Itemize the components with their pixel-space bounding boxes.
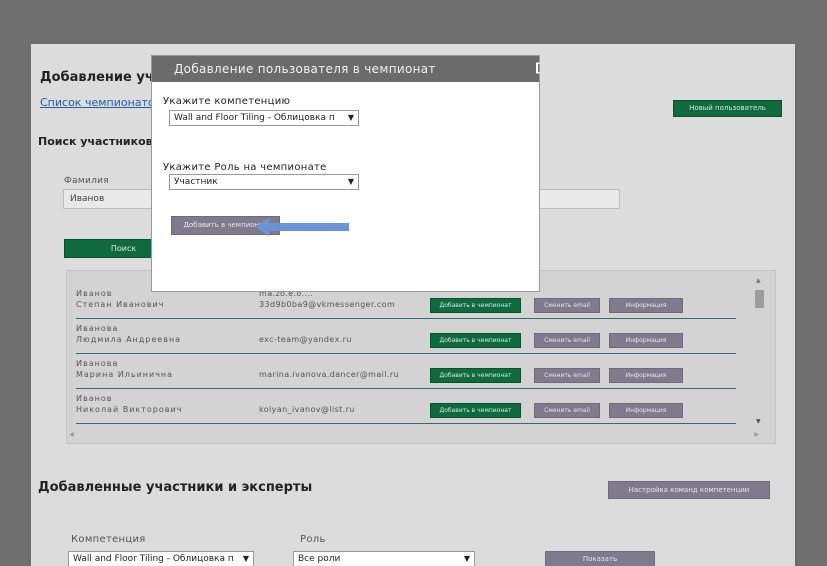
scroll-up-icon[interactable]: ▲ xyxy=(756,277,761,284)
email: 33d9b0ba9@vkmessenger.com xyxy=(259,300,396,309)
table-row: Иванов Степан Иванович ma.zo.e.o.... 33d… xyxy=(76,288,736,319)
full-name: Людмила Андреевна xyxy=(76,335,182,344)
modal-role-value: Участник xyxy=(174,177,218,187)
competence-label: Компетенция xyxy=(71,534,146,545)
chevron-down-icon: ▼ xyxy=(242,554,249,563)
full-name: Марина Ильинична xyxy=(76,370,174,379)
table-row: Иванова Людмила Андреевна exc-team@yande… xyxy=(76,323,736,354)
role-select[interactable]: Все роли ▼ xyxy=(293,551,475,566)
scroll-down-icon[interactable]: ▼ xyxy=(756,418,761,425)
table-row: Иванов Николай Викторович kolyan_ivanov@… xyxy=(76,393,736,424)
modal-competence-value: Wall and Floor Tiling - Облицовка п xyxy=(174,113,335,123)
full-name: Николай Викторович xyxy=(76,405,183,414)
surname: Иванов xyxy=(76,289,113,298)
email: exc-team@yandex.ru xyxy=(259,335,352,344)
change-email-button[interactable]: Сменить email xyxy=(534,368,600,383)
new-user-button[interactable]: Новый пользователь xyxy=(673,100,782,117)
role-select-value: Все роли xyxy=(298,554,341,564)
table-row: Иванова Марина Ильинична marina.ivanova.… xyxy=(76,358,736,389)
surname: Иванова xyxy=(76,324,119,333)
surname: Иванова xyxy=(76,359,119,368)
scroll-left-icon[interactable]: ◀ xyxy=(69,431,74,438)
surname-input[interactable]: Иванов xyxy=(63,189,152,209)
modal-competence-select[interactable]: Wall and Floor Tiling - Облицовка п ▼ xyxy=(169,110,359,126)
info-button[interactable]: Информация xyxy=(609,368,683,383)
search-heading: Поиск участников в xyxy=(38,135,164,148)
arrow-annotation-icon xyxy=(255,218,349,236)
change-email-button[interactable]: Сменить email xyxy=(534,333,600,348)
modal-header: Добавление пользователя в чемпионат [ xyxy=(152,56,540,82)
scrollbar-thumb[interactable] xyxy=(755,290,764,308)
close-icon[interactable]: [ xyxy=(535,61,540,75)
vertical-scrollbar[interactable]: ▲ ▼ xyxy=(754,277,764,427)
added-participants-heading: Добавленные участники и эксперты xyxy=(38,480,313,495)
info-button[interactable]: Информация xyxy=(609,403,683,418)
role-label: Роль xyxy=(300,534,326,545)
modal-competence-label: Укажите компетенцию xyxy=(163,96,291,107)
info-button[interactable]: Информация xyxy=(609,333,683,348)
filter-input-right[interactable] xyxy=(536,189,620,209)
competence-select-value: Wall and Floor Tiling - Облицовка п xyxy=(73,554,234,564)
scroll-right-icon[interactable]: ▶ xyxy=(754,431,759,438)
surname: Иванов xyxy=(76,394,113,403)
email: kolyan_ivanov@list.ru xyxy=(259,405,355,414)
modal-role-select[interactable]: Участник ▼ xyxy=(169,174,359,190)
chevron-down-icon: ▼ xyxy=(463,554,470,563)
surname-label: Фамилия xyxy=(64,176,110,186)
add-to-championship-button[interactable]: Добавить в чемпионат xyxy=(430,333,521,348)
change-email-button[interactable]: Сменить email xyxy=(534,298,600,313)
add-to-championship-button[interactable]: Добавить в чемпионат xyxy=(430,298,521,313)
add-user-modal: Добавление пользователя в чемпионат [ Ук… xyxy=(151,55,540,292)
modal-title: Добавление пользователя в чемпионат xyxy=(174,62,436,76)
add-to-championship-button[interactable]: Добавить в чемпионат xyxy=(430,368,521,383)
chevron-down-icon: ▼ xyxy=(347,177,354,186)
change-email-button[interactable]: Сменить email xyxy=(534,403,600,418)
add-to-championship-button[interactable]: Добавить в чемпионат xyxy=(430,403,521,418)
show-button[interactable]: Показать xyxy=(545,551,655,566)
chevron-down-icon: ▼ xyxy=(347,113,354,122)
results-list: Иванов Степан Иванович ma.zo.e.o.... 33d… xyxy=(66,270,776,444)
email: marina.ivanova.dancer@mail.ru xyxy=(259,370,400,379)
team-settings-button[interactable]: Настройка команд компетенции xyxy=(608,481,770,499)
horizontal-scrollbar[interactable]: ◀ ▶ xyxy=(69,431,759,440)
info-button[interactable]: Информация xyxy=(609,298,683,313)
championships-list-link[interactable]: Список чемпионато xyxy=(40,96,155,109)
modal-role-label: Укажите Роль на чемпионате xyxy=(163,162,327,173)
competence-select[interactable]: Wall and Floor Tiling - Облицовка п ▼ xyxy=(68,551,254,566)
full-name: Степан Иванович xyxy=(76,300,165,309)
